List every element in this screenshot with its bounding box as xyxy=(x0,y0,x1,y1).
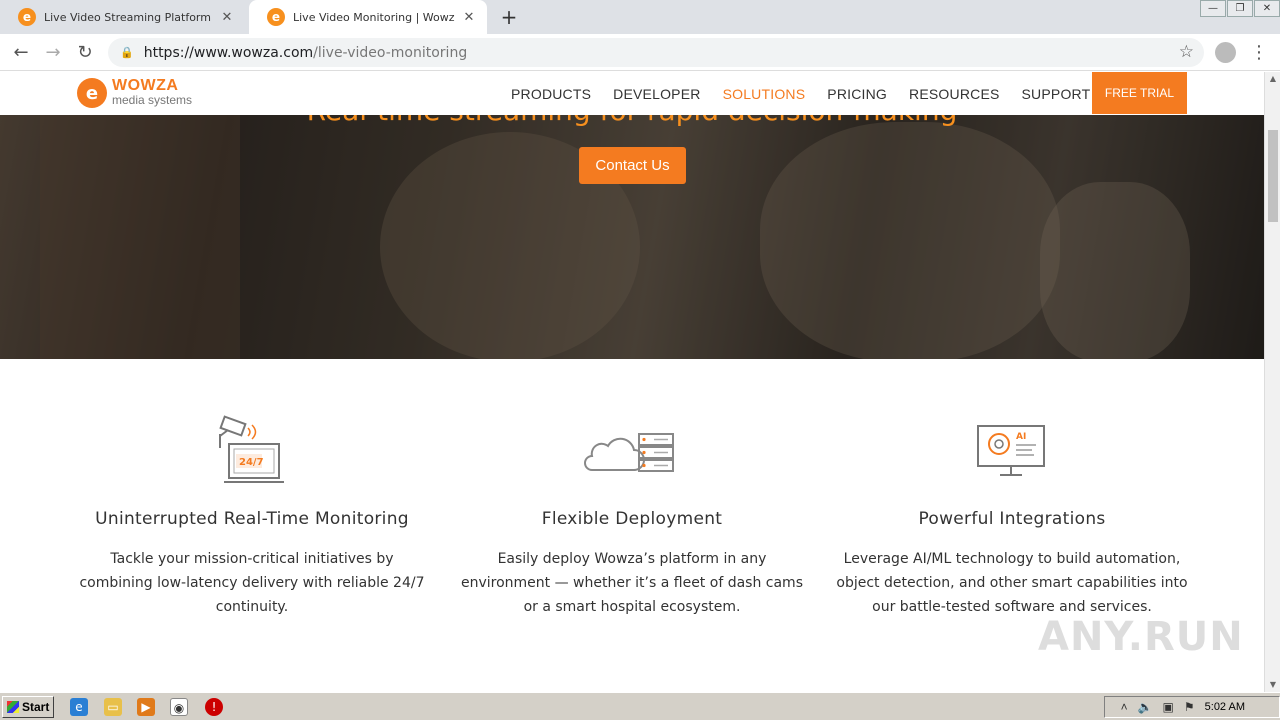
wowza-logo-icon: e xyxy=(77,78,107,108)
main-menu: PRODUCTS DEVELOPER SOLUTIONS PRICING RES… xyxy=(500,72,1101,115)
new-tab-icon[interactable]: + xyxy=(498,6,520,28)
nav-support[interactable]: SUPPORT xyxy=(1022,86,1091,102)
windows-taskbar: Start e ▭ ▶ ◉ ! ˄ 🔈 ▣ ⚑ 5:02 AM xyxy=(0,692,1280,720)
scroll-up-arrow-icon[interactable]: ▲ xyxy=(1265,72,1280,86)
tray-expand-icon[interactable]: ˄ xyxy=(1121,700,1128,714)
icon-label: 24/7 xyxy=(239,457,264,468)
address-bar[interactable]: 🔒 https://www.wowza.com/live-video-monit… xyxy=(108,38,1204,67)
feature-flexible-deployment: Flexible Deployment Easily deploy Wowza’… xyxy=(442,412,822,619)
forward-arrow-icon[interactable]: → xyxy=(40,40,66,66)
page-viewport: Real-time streaming for rapid decision-m… xyxy=(0,72,1264,692)
wowza-logo[interactable]: e WOWZA media systems xyxy=(77,76,192,110)
ai-monitor-icon: AI xyxy=(822,412,1202,492)
window-controls: — ❐ ✕ xyxy=(1199,0,1280,17)
site-navigation: e WOWZA media systems PRODUCTS DEVELOPER… xyxy=(0,72,1264,115)
chrome-icon[interactable]: ◉ xyxy=(170,698,188,716)
feature-powerful-integrations: AI Powerful Integrations Leverage AI/ML … xyxy=(822,412,1202,619)
icon-label: AI xyxy=(1016,432,1026,442)
contact-us-button[interactable]: Contact Us xyxy=(579,147,686,184)
page-scrollbar[interactable]: ▲ ▼ xyxy=(1264,72,1280,692)
close-window-icon[interactable]: ✕ xyxy=(1254,0,1280,17)
free-trial-button[interactable]: FREE TRIAL xyxy=(1092,72,1187,114)
feature-title: Uninterrupted Real-Time Monitoring xyxy=(95,509,409,529)
system-tray: ˄ 🔈 ▣ ⚑ 5:02 AM xyxy=(1104,696,1280,718)
volume-icon[interactable]: 🔈 xyxy=(1138,700,1153,714)
security-alert-icon[interactable]: ! xyxy=(205,698,223,716)
start-label: Start xyxy=(22,700,50,714)
feature-description: Leverage AI/ML technology to build autom… xyxy=(836,551,1188,615)
lock-icon: 🔒 xyxy=(120,46,134,59)
feature-description: Easily deploy Wowza’s platform in any en… xyxy=(460,551,803,615)
cloud-server-icon xyxy=(442,412,822,492)
browser-tab-strip: e Live Video Streaming Platform | Wow ✕ … xyxy=(0,0,1280,34)
browser-menu-icon[interactable]: ⋮ xyxy=(1250,40,1268,66)
restore-icon[interactable]: ❐ xyxy=(1227,0,1253,17)
tab-title: Live Video Monitoring | Wowza Medi xyxy=(293,10,455,24)
feature-title: Flexible Deployment xyxy=(541,509,723,529)
start-button[interactable]: Start xyxy=(2,696,54,718)
browser-tab-2[interactable]: e Live Video Monitoring | Wowza Medi ✕ xyxy=(249,0,487,34)
reload-icon[interactable]: ↻ xyxy=(72,40,98,66)
windows-flag-icon xyxy=(7,701,19,713)
feature-realtime-monitoring: 24/7 Uninterrupted Real-Time Monitoring … xyxy=(62,412,442,619)
url-path: /live-video-monitoring xyxy=(313,44,468,61)
wowza-favicon-icon: e xyxy=(18,8,36,26)
logo-wordmark: WOWZA xyxy=(112,77,179,94)
bookmark-star-icon[interactable]: ☆ xyxy=(1179,42,1194,62)
nav-pricing[interactable]: PRICING xyxy=(827,86,887,102)
hero-banner: Real-time streaming for rapid decision-m… xyxy=(0,72,1264,359)
feature-description: Tackle your mission-critical initiatives… xyxy=(79,551,425,615)
nav-developer[interactable]: DEVELOPER xyxy=(613,86,700,102)
anyrun-watermark: ANY.RUN xyxy=(1038,614,1244,660)
media-player-icon[interactable]: ▶ xyxy=(137,698,155,716)
url-host: https://www.wowza.com xyxy=(143,44,314,61)
browser-toolbar: ← → ↻ 🔒 https://www.wowza.com/live-video… xyxy=(0,34,1280,71)
nav-products[interactable]: PRODUCTS xyxy=(511,86,591,102)
clock: 5:02 AM xyxy=(1204,701,1245,713)
wowza-favicon-icon: e xyxy=(267,8,285,26)
camera-monitor-icon: 24/7 xyxy=(62,412,442,492)
browser-tab-1[interactable]: e Live Video Streaming Platform | Wow ✕ xyxy=(0,0,245,34)
scrollbar-thumb[interactable] xyxy=(1268,130,1278,222)
nav-resources[interactable]: RESOURCES xyxy=(909,86,999,102)
feature-title: Powerful Integrations xyxy=(918,509,1106,529)
tab-title: Live Video Streaming Platform | Wow xyxy=(44,10,213,24)
file-explorer-icon[interactable]: ▭ xyxy=(104,698,122,716)
network-icon[interactable]: ▣ xyxy=(1163,700,1174,714)
back-arrow-icon[interactable]: ← xyxy=(8,40,34,66)
minimize-icon[interactable]: — xyxy=(1200,0,1226,17)
close-tab-icon[interactable]: ✕ xyxy=(219,10,235,25)
scroll-down-arrow-icon[interactable]: ▼ xyxy=(1265,678,1280,692)
flag-icon[interactable]: ⚑ xyxy=(1184,700,1195,714)
close-tab-icon[interactable]: ✕ xyxy=(461,10,477,25)
logo-tagline: media systems xyxy=(112,93,193,107)
profile-avatar-icon[interactable] xyxy=(1215,42,1236,63)
nav-solutions[interactable]: SOLUTIONS xyxy=(723,86,806,102)
internet-explorer-icon[interactable]: e xyxy=(70,698,88,716)
